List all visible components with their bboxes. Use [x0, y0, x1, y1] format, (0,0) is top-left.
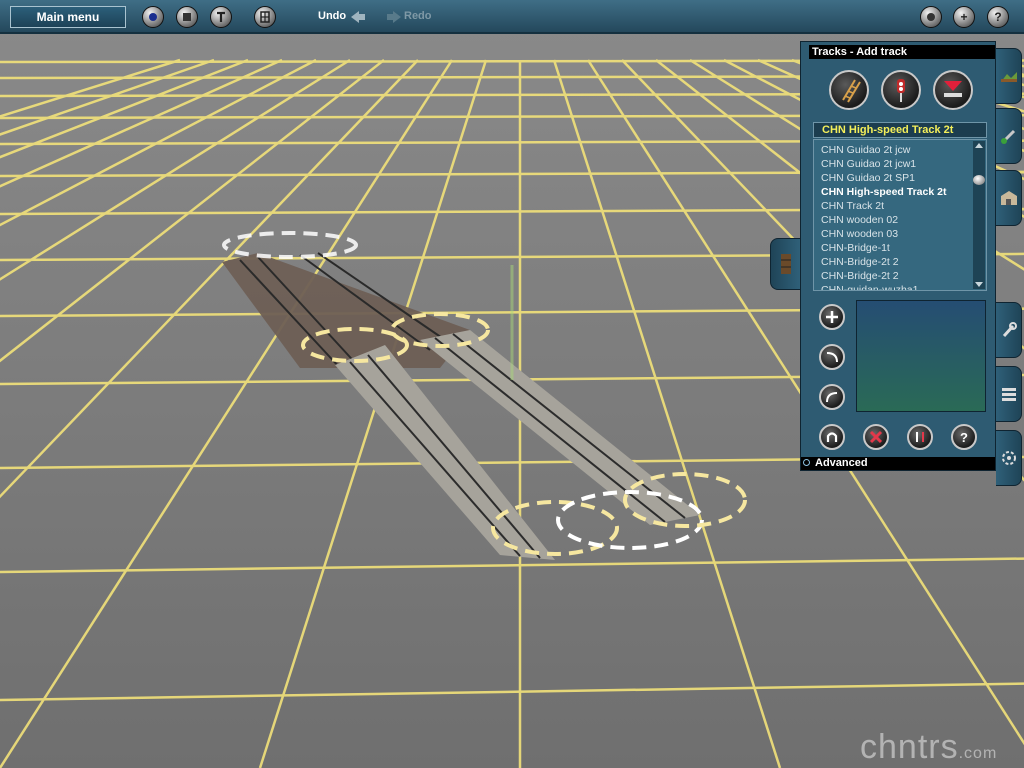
- scroll-up-icon[interactable]: [975, 143, 983, 148]
- building-icon: [1000, 191, 1017, 205]
- layers-icon: [1001, 388, 1016, 401]
- panel-help-button[interactable]: ?: [951, 424, 977, 450]
- track-list-item[interactable]: CHN-Bridge-2t 2: [821, 270, 899, 282]
- tab-tools[interactable]: [996, 302, 1022, 358]
- delete-track-button[interactable]: [863, 424, 889, 450]
- add-track-tool-button[interactable]: [829, 70, 869, 110]
- track-list-item[interactable]: CHN-Bridge-1t: [821, 242, 890, 254]
- add-icon[interactable]: +: [953, 6, 975, 28]
- tab-terrain[interactable]: [996, 48, 1022, 104]
- wrench-tool-icon[interactable]: [210, 6, 232, 28]
- top-toolbar: Main menu Undo Redo + ?: [0, 0, 1024, 34]
- tab-paint[interactable]: [996, 108, 1022, 164]
- advanced-label: Advanced: [815, 457, 868, 469]
- watermark-suffix: .com: [958, 745, 998, 762]
- main-menu-button[interactable]: Main menu: [10, 6, 126, 28]
- undo-arrow-icon[interactable]: [350, 10, 366, 24]
- tracks-panel: Tracks - Add track CHN High-speed Track …: [800, 41, 996, 471]
- split-track-button[interactable]: [907, 424, 933, 450]
- track-list-item[interactable]: CHN Guidao 2t jcw1: [821, 158, 916, 170]
- plus-icon: [826, 311, 838, 323]
- stop-icon[interactable]: [176, 6, 198, 28]
- wrench-icon: [1002, 322, 1017, 338]
- smooth-curve-icon: [826, 392, 838, 403]
- track-list-item[interactable]: CHN Guidao 2t SP1: [821, 172, 915, 184]
- view-mode-icon[interactable]: [142, 6, 164, 28]
- track-list-item[interactable]: CHN High-speed Track 2t: [821, 186, 946, 198]
- track-list-item[interactable]: CHN-Bridge-2t 2: [821, 256, 899, 268]
- straighten-track-button[interactable]: [819, 344, 845, 370]
- watermark: chntrs.com: [860, 728, 997, 767]
- paint-brush-icon: [1000, 129, 1015, 144]
- curve-icon: [826, 352, 838, 363]
- scroll-down-icon[interactable]: [975, 282, 983, 287]
- add-signal-tool-button[interactable]: [881, 70, 921, 110]
- tab-settings[interactable]: [996, 430, 1022, 486]
- camera-icon[interactable]: [920, 6, 942, 28]
- track-list-item[interactable]: CHN wooden 02: [821, 214, 898, 226]
- track-list-item[interactable]: CHN Track 2t: [821, 200, 884, 212]
- undo-button[interactable]: Undo: [318, 10, 346, 22]
- split-icon: [916, 432, 924, 442]
- tab-objects[interactable]: [996, 170, 1022, 226]
- insert-spline-point-button[interactable]: [819, 304, 845, 330]
- smooth-track-button[interactable]: [819, 384, 845, 410]
- advanced-radio-icon: [803, 459, 810, 466]
- track-preview: [856, 300, 986, 412]
- watermark-main: chntrs: [860, 728, 959, 766]
- help-icon[interactable]: ?: [987, 6, 1009, 28]
- track-list-item[interactable]: CHN-guidan-wuzha1: [821, 284, 918, 290]
- panel-collapse-tab[interactable]: [770, 238, 800, 290]
- buffer-stop-icon: [944, 81, 962, 97]
- terrain-icon: [1000, 72, 1017, 82]
- signal-icon: [897, 79, 905, 102]
- track-list-scrollbar[interactable]: [973, 141, 985, 289]
- panel-title: Tracks - Add track: [809, 45, 995, 59]
- track-list[interactable]: CHN Guidao 2t jcw CHN Guidao 2t jcw1 CHN G…: [813, 139, 987, 291]
- gear-icon: [1001, 451, 1016, 465]
- scroll-thumb[interactable]: [973, 175, 985, 185]
- tab-layers[interactable]: [996, 366, 1022, 422]
- track-list-item[interactable]: CHN Guidao 2t jcw: [821, 144, 910, 156]
- grid-toggle-icon[interactable]: [254, 6, 276, 28]
- track-connect-button[interactable]: [819, 424, 845, 450]
- magnet-icon: [826, 432, 838, 442]
- track-ladder-icon: [842, 79, 861, 103]
- track-tab-icon: [780, 254, 791, 274]
- track-list-item[interactable]: CHN wooden 03: [821, 228, 898, 240]
- redo-button[interactable]: Redo: [404, 10, 432, 22]
- redo-arrow-icon: [387, 11, 401, 23]
- selected-track-name: CHN High-speed Track 2t: [813, 122, 987, 138]
- delete-icon: [869, 430, 883, 444]
- advanced-toggle[interactable]: Advanced: [801, 457, 995, 470]
- add-buffer-tool-button[interactable]: [933, 70, 973, 110]
